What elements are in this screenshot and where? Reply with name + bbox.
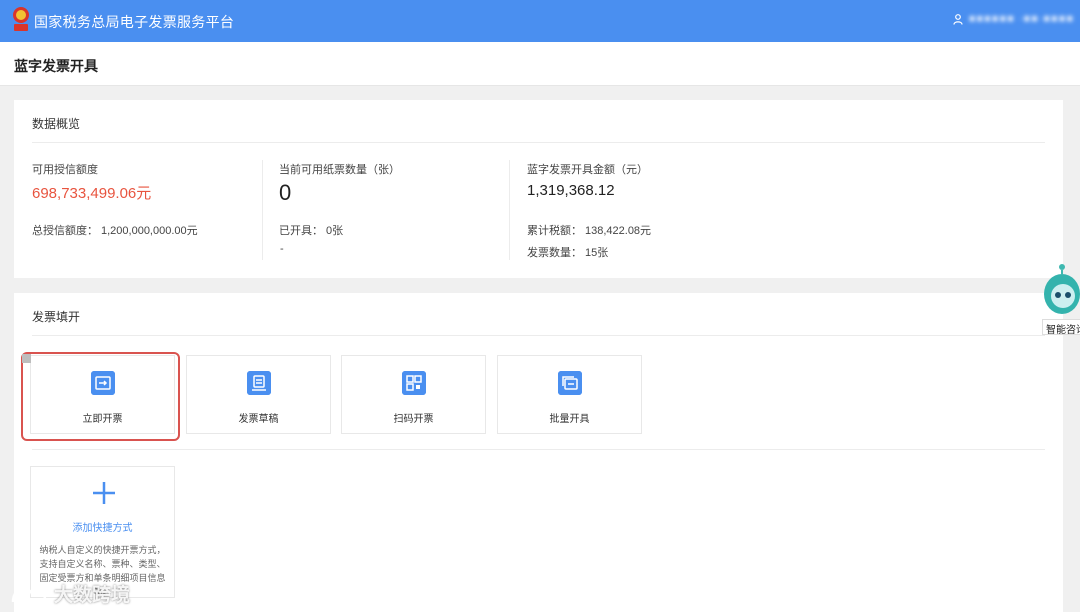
paper-dash: - [280,243,284,255]
available-credit-label: 可用授信额度 [32,164,98,176]
tile-corner-mark [22,354,31,363]
overview-separator-1 [262,160,263,260]
issued-label: 已开具： [279,225,323,237]
fill-divider-top [32,335,1045,336]
paper-count-label: 当前可用纸票数量（张） [279,164,400,176]
watermark-logo-icon [11,587,47,602]
plus-icon [93,482,115,504]
scan-issue-label: 扫码开票 [393,414,434,425]
page-title: 蓝字发票开具 [14,58,98,74]
batch-issue-tile[interactable]: 批量开具 [497,355,642,434]
watermark-text: 大数跨境 [54,585,131,606]
data-overview-card: 数据概览 可用授信额度 698,733,499.06元 总授信额度： 1,200… [14,100,1063,278]
invoice-draft-tile[interactable]: 发票草稿 [186,355,331,434]
overview-divider [32,142,1045,143]
tax-emblem-icon [13,7,29,31]
user-icon [953,13,963,25]
selected-tile-highlight [21,352,180,441]
tax-total-label: 累计税额： [527,225,582,237]
paper-count-value: 0 [279,180,292,205]
app-title: 国家税务总局电子发票服务平台 [34,14,235,30]
overview-title: 数据概览 [32,117,81,131]
scan-issue-tile[interactable]: 扫码开票 [341,355,486,434]
invoice-draft-label: 发票草稿 [238,414,279,425]
batch-icon [558,371,582,395]
fill-divider-bottom [32,449,1045,450]
user-name: ■■■■■■ ·■■·■■■■ [968,13,1074,25]
draft-icon [247,371,271,395]
user-menu[interactable]: ■■■■■■ ·■■·■■■■ [953,13,1074,25]
invoice-count-value: 15张 [585,247,609,259]
add-shortcut-label: 添加快捷方式 [72,523,133,534]
page-header: 蓝字发票开具 [0,42,1080,86]
invoice-count-label: 发票数量： [527,247,582,259]
overview-separator-2 [509,160,510,260]
batch-issue-label: 批量开具 [549,414,590,425]
blue-amount-label: 蓝字发票开具金额（元） [527,164,648,176]
add-shortcut-card[interactable]: 添加快捷方式 纳税人自定义的快捷开票方式，支持自定义名称、票种、类型、固定受票方… [30,466,175,598]
issued-value: 0张 [326,225,344,237]
watermark: 大数跨境 [10,580,130,607]
smart-consult-label[interactable]: 智能咨询 [1042,319,1080,336]
tax-total-value: 138,422.08元 [585,225,652,237]
fill-title: 发票填开 [32,310,81,324]
available-credit-value: 698,733,499.06元 [32,185,152,202]
top-bar: 国家税务总局电子发票服务平台 ■■■■■■ ·■■·■■■■ [0,0,1080,42]
blue-amount-value: 1,319,368.12 [527,182,615,199]
total-credit-label: 总授信额度： [32,225,98,237]
qrcode-icon [402,371,426,395]
total-credit-value: 1,200,000,000.00元 [101,225,198,237]
